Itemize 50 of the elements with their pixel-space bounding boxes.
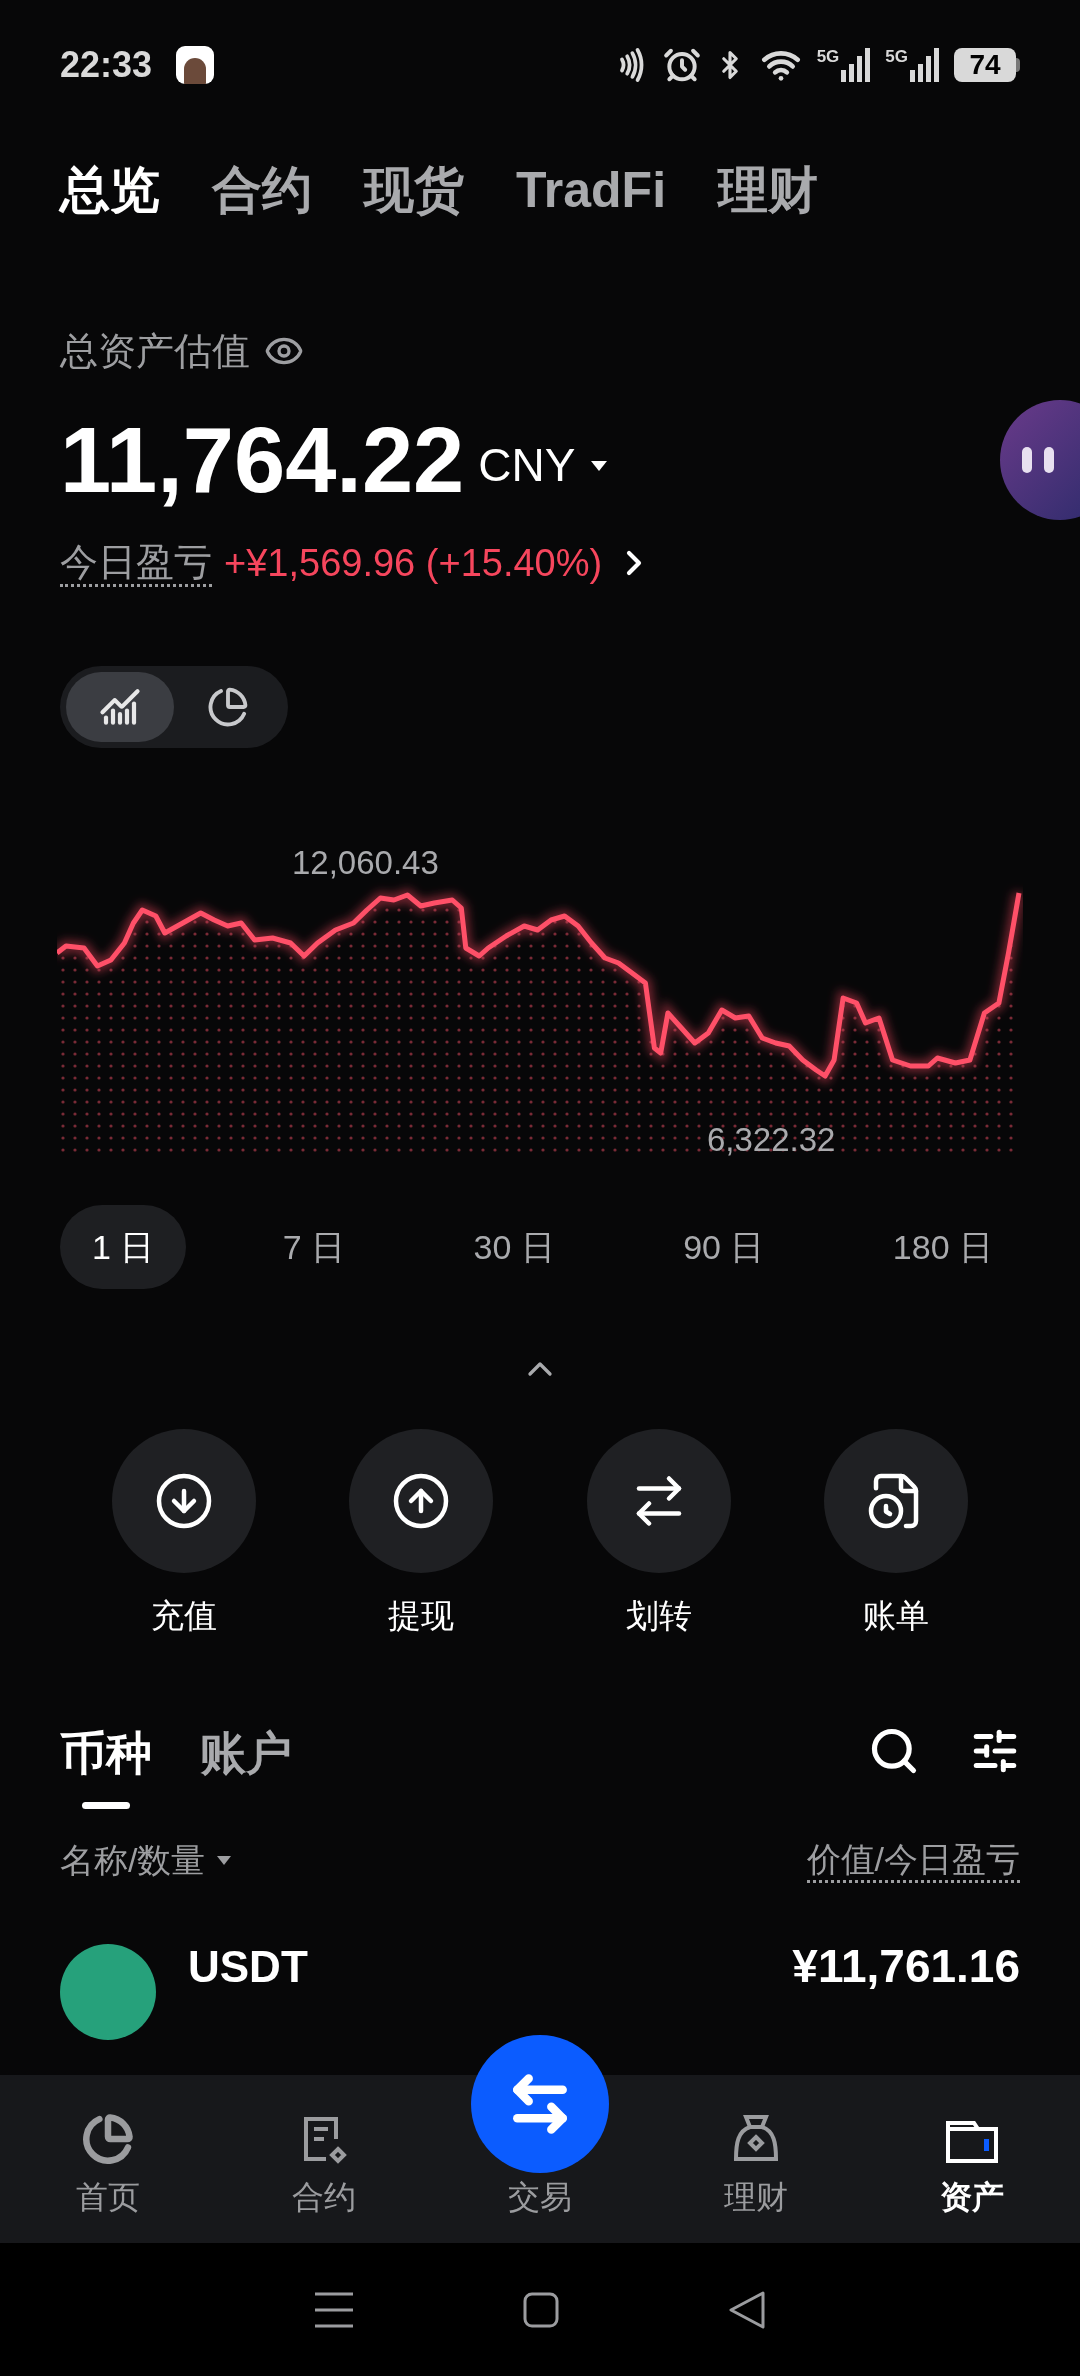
signal-icon bbox=[910, 48, 940, 82]
period-tab[interactable]: 180 日 bbox=[860, 1205, 1025, 1289]
network-label: 5G bbox=[885, 48, 908, 65]
action-label: 充值 bbox=[151, 1596, 217, 1636]
total-amount: 11,764.22 bbox=[60, 414, 465, 506]
line-view-toggle[interactable] bbox=[66, 672, 174, 742]
nav-tab[interactable]: 首页 bbox=[0, 2113, 216, 2221]
home-square-icon[interactable] bbox=[523, 2291, 559, 2328]
asset-tab[interactable]: 币种 bbox=[60, 1718, 152, 1809]
currency-dropdown[interactable]: CNY bbox=[478, 431, 608, 500]
period-tab[interactable]: 7 日 bbox=[250, 1205, 378, 1289]
name-sort-header[interactable]: 名称/数量 bbox=[60, 1834, 232, 1886]
network-label: 5G bbox=[816, 48, 840, 65]
nav-tab[interactable]: 交易 bbox=[432, 2173, 648, 2221]
menu-icon[interactable] bbox=[315, 2291, 353, 2328]
caret-icon bbox=[591, 460, 608, 471]
nav-tab[interactable]: 理财 bbox=[648, 2113, 864, 2221]
battery-indicator: 74 bbox=[954, 48, 1016, 82]
chart-low-label: 6,322.32 bbox=[707, 1120, 836, 1160]
pie-chart-icon bbox=[207, 686, 249, 728]
value-header[interactable]: 价值/今日盈亏 bbox=[806, 1837, 1020, 1883]
nav-tab[interactable]: 合约 bbox=[216, 2113, 432, 2221]
avatar-icon bbox=[176, 46, 215, 84]
pnl-label[interactable]: 今日盈亏 bbox=[60, 539, 212, 587]
chart-high-label: 12,060.43 bbox=[292, 843, 439, 883]
top-tab[interactable]: 理财 bbox=[718, 152, 819, 228]
period-tab[interactable]: 90 日 bbox=[651, 1205, 797, 1289]
nav-tab[interactable]: 资产 bbox=[864, 2113, 1080, 2221]
asset-tab[interactable]: 账户 bbox=[200, 1718, 292, 1809]
period-tab[interactable]: 30 日 bbox=[441, 1205, 587, 1289]
action-label: 划转 bbox=[625, 1596, 692, 1636]
period-tab[interactable]: 1 日 bbox=[60, 1205, 187, 1289]
download-icon bbox=[154, 1471, 214, 1531]
pie-icon bbox=[82, 2113, 134, 2165]
back-icon[interactable] bbox=[729, 2290, 765, 2329]
status-time: 22:33 bbox=[60, 43, 153, 87]
asset-symbol: USDT bbox=[188, 1940, 308, 1993]
asset-value: ¥11,761.16 bbox=[792, 1938, 1020, 1994]
top-tab[interactable]: 合约 bbox=[212, 152, 312, 228]
top-tab[interactable]: 现货 bbox=[364, 152, 464, 228]
total-assets-label: 总资产估值 bbox=[60, 328, 250, 374]
pnl-value: +¥1,569.96 (+15.40%) bbox=[224, 540, 603, 586]
action-label: 账单 bbox=[863, 1596, 929, 1636]
action-label: 提现 bbox=[388, 1596, 455, 1636]
line-chart-icon bbox=[99, 686, 141, 728]
signal-icon bbox=[841, 48, 872, 82]
top-tab[interactable]: 总览 bbox=[60, 152, 160, 228]
caret-icon bbox=[217, 1855, 232, 1865]
top-tab[interactable]: TradFi bbox=[516, 152, 667, 228]
alarm-icon bbox=[662, 46, 701, 84]
